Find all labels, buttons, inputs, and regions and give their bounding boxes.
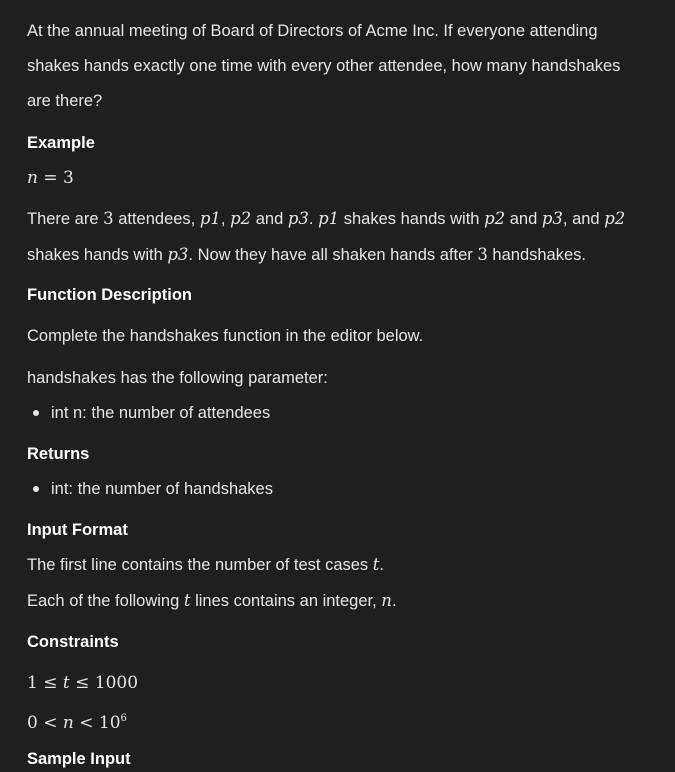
input-format-text: Each of the following xyxy=(27,592,184,610)
expl-text: attendees, xyxy=(113,210,200,228)
list-item: int n: the number of attendees xyxy=(27,399,648,427)
input-format-heading: Input Format xyxy=(27,521,128,539)
constraint-num: 0 xyxy=(27,713,38,733)
list-item-label: int: the number of handshakes xyxy=(51,480,273,498)
parameter-list: int n: the number of attendees xyxy=(27,399,648,427)
constraint-op: ≤ xyxy=(69,673,95,693)
expl-num: 3 xyxy=(477,245,488,264)
expl-text: handshakes. xyxy=(487,246,586,264)
expl-var: p3 xyxy=(167,245,189,264)
constraint-var: t xyxy=(62,673,70,693)
input-format-text: lines contains an integer, xyxy=(190,592,382,610)
constraint-2: 0 < n < 106 xyxy=(27,705,648,737)
bullet-icon xyxy=(33,410,39,416)
input-format-line-2: Each of the following t lines contains a… xyxy=(27,583,648,619)
intro-paragraph: At the annual meeting of Board of Direct… xyxy=(27,22,621,110)
problem-statement: At the annual meeting of Board of Direct… xyxy=(27,0,648,772)
constraint-op: ≤ xyxy=(37,673,63,693)
expl-num: 3 xyxy=(103,209,114,228)
expl-text: , and xyxy=(562,210,605,228)
constraint-num: 1000 xyxy=(94,673,139,693)
input-format-var: n xyxy=(381,591,392,610)
list-item-label: int n: the number of attendees xyxy=(51,404,271,422)
constraint-op: < xyxy=(37,713,63,733)
expl-text: . xyxy=(308,210,319,228)
function-description-text: Complete the handshakes function in the … xyxy=(27,327,424,345)
expl-var: p3 xyxy=(541,209,563,228)
input-format-line-1: The first line contains the number of te… xyxy=(27,547,648,583)
example-explanation: There are 3 attendees, p1, p2 and p3. p1… xyxy=(27,201,648,273)
function-description-heading: Function Description xyxy=(27,286,192,304)
expl-var: p2 xyxy=(604,209,626,228)
example-heading: Example xyxy=(27,134,95,152)
expl-text: There are xyxy=(27,210,104,228)
constraint-op: < xyxy=(73,713,99,733)
expl-text: and xyxy=(505,210,542,228)
list-item: int: the number of handshakes xyxy=(27,475,648,503)
returns-list: int: the number of handshakes xyxy=(27,475,648,503)
example-math: n = 3 xyxy=(27,164,648,192)
expl-text: , xyxy=(220,210,231,228)
input-format-var: t xyxy=(183,591,191,610)
example-var: n xyxy=(27,168,38,188)
expl-var: p1 xyxy=(318,209,340,228)
expl-text: . Now they have all shaken hands after xyxy=(188,246,478,264)
constraint-var: n xyxy=(62,713,74,733)
input-format-text: . xyxy=(391,592,397,610)
example-op: = xyxy=(37,168,64,188)
returns-heading: Returns xyxy=(27,445,90,463)
constraints-heading: Constraints xyxy=(27,633,119,651)
expl-var: p1 xyxy=(199,209,221,228)
parameter-intro-text: handshakes has the following parameter: xyxy=(27,369,328,387)
input-format-text: . xyxy=(379,556,384,574)
input-format-text: The first line contains the number of te… xyxy=(27,556,373,574)
expl-var: p3 xyxy=(287,209,309,228)
constraint-num: 10 xyxy=(98,713,121,733)
expl-var: p2 xyxy=(484,209,506,228)
expl-var: p2 xyxy=(230,209,252,228)
constraint-1: 1 ≤ t ≤ 1000 xyxy=(27,669,648,697)
example-val: 3 xyxy=(63,168,74,188)
constraint-num: 1 xyxy=(27,673,38,693)
expl-text: and xyxy=(251,210,288,228)
constraint-exponent: 6 xyxy=(120,713,127,724)
expl-text: shakes hands with xyxy=(339,210,485,228)
sample-input-heading: Sample Input xyxy=(27,750,131,768)
bullet-icon xyxy=(33,486,39,492)
expl-text: shakes hands with xyxy=(27,246,168,264)
